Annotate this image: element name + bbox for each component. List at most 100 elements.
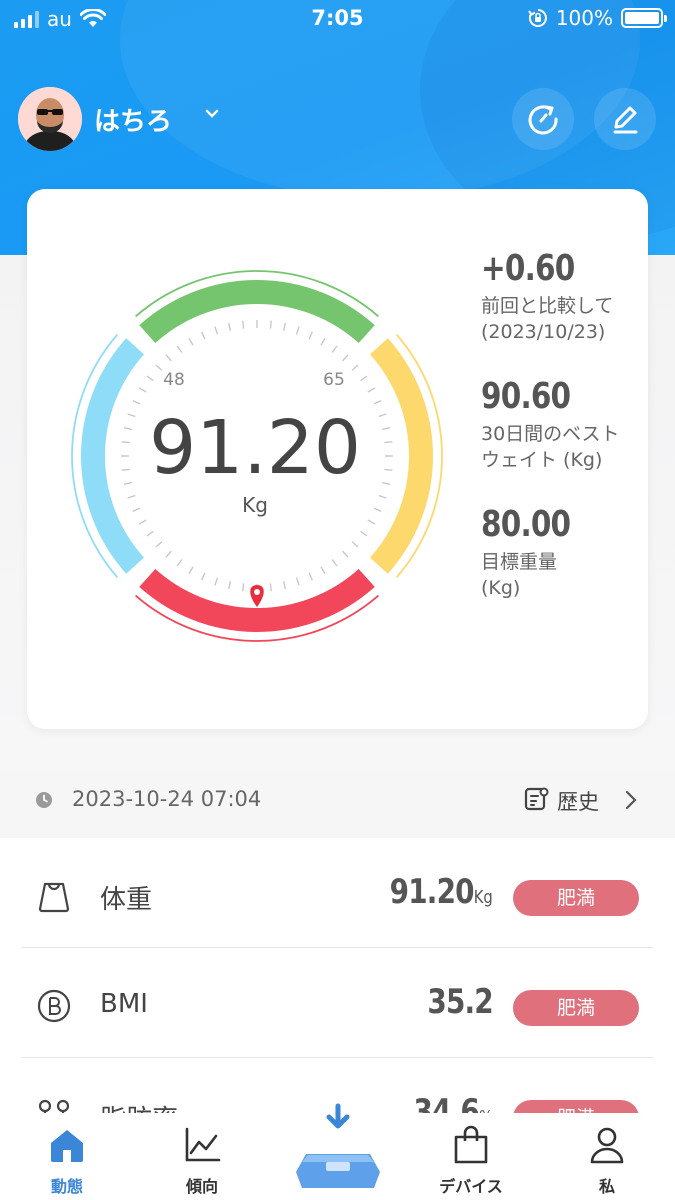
gauge-tick [155, 364, 163, 371]
avatar-image [18, 87, 82, 151]
chevron-down-icon[interactable] [204, 108, 220, 120]
gauge-tick [331, 559, 338, 567]
gauge-tick [242, 320, 245, 329]
gauge-tick [320, 337, 326, 346]
status-bar: au 7:05 100% [0, 0, 675, 38]
metric-row-bmi[interactable]: BMI 35.2 肥満 [22, 948, 653, 1058]
gauge-tick [331, 345, 338, 353]
gauge-tick [228, 322, 232, 331]
gauge-tick [165, 354, 172, 362]
weight-icon [38, 882, 70, 913]
gauge-tick [214, 326, 219, 335]
gauge-tick [282, 322, 286, 331]
gauge-tick [373, 400, 382, 405]
gauge-tick [201, 572, 206, 581]
gauge-tick [295, 326, 300, 335]
gauge-tick [378, 494, 387, 499]
gauge-tick [132, 507, 141, 512]
gauge-tick [360, 375, 368, 382]
metric-name: 体重 [100, 885, 153, 915]
stat-change: +0.60 前回と比較して (2023/10/23) [481, 247, 646, 345]
gauge-tick [201, 331, 206, 340]
metric-value: 34.6% [413, 1092, 493, 1113]
gauge-tick [367, 519, 376, 525]
gauge-tick [176, 559, 183, 567]
sync-icon [528, 105, 558, 135]
gauge-pointer-icon [250, 585, 264, 607]
avatar[interactable] [18, 87, 82, 151]
weight-gauge: 48 65 91.20 Kg [71, 270, 443, 642]
sync-button[interactable] [512, 88, 574, 150]
gauge-tick [367, 387, 376, 393]
stats-panel: +0.60 前回と比較して (2023/10/23) 90.60 30日間のベスト… [481, 247, 646, 631]
gauge-tick [384, 468, 393, 471]
person-icon [590, 1127, 624, 1164]
stat-target-weight: 80.00 目標重量 (Kg) [481, 503, 646, 601]
stat-label: 30日間のベスト ウェイト (Kg) [481, 423, 620, 471]
battery-percent: 100% [555, 6, 613, 30]
gauge-tick [320, 566, 326, 575]
gauge-tick [123, 481, 132, 485]
metric-value: 35.2 [427, 982, 493, 1022]
gauge-tick [382, 481, 391, 485]
gauge-tick [242, 583, 245, 592]
gauge-tick [384, 441, 393, 444]
gauge-tick [382, 427, 391, 431]
history-link[interactable]: 歴史 [557, 786, 599, 816]
gauge-tick [146, 530, 154, 537]
measurement-row: 2023-10-24 07:04 歴史 [0, 775, 675, 825]
gauge-tick [138, 519, 147, 525]
gauge-tick [269, 583, 272, 592]
gauge-tick [132, 400, 141, 405]
metric-name: BMI [100, 989, 148, 1019]
home-icon [51, 1130, 83, 1162]
tab-label: デバイス [439, 1177, 503, 1196]
battery-icon [621, 8, 667, 28]
tab-label: 私 [598, 1177, 615, 1196]
gauge-tick [308, 572, 313, 581]
bmi-icon [37, 989, 71, 1023]
tab-trend[interactable]: 傾向 [147, 1125, 257, 1197]
gauge-tick [282, 581, 286, 590]
gauge-tick [127, 413, 136, 418]
stat-label: 前回と比較して (2023/10/23) [481, 295, 614, 343]
rotation-lock-icon [527, 9, 547, 27]
gauge-tick [342, 354, 349, 362]
edit-button[interactable] [594, 88, 656, 150]
metric-row-weight[interactable]: 体重 91.20Kg 肥満 [22, 838, 653, 948]
trend-chart-icon [185, 1127, 221, 1162]
gauge-tick [360, 530, 368, 537]
gauge-tick [378, 413, 387, 418]
gauge-tick [176, 345, 183, 353]
tab-devices[interactable]: デバイス [416, 1125, 526, 1197]
measurement-datetime: 2023-10-24 07:04 [72, 787, 262, 811]
gauge-tick [146, 375, 154, 382]
scale-measure-button[interactable] [288, 1102, 388, 1194]
gauge-tick [121, 468, 130, 471]
gauge-tick [342, 550, 349, 558]
gauge-tick [295, 577, 300, 586]
stat-value: +0.60 [481, 248, 575, 289]
username[interactable]: はちろ [94, 101, 172, 138]
history-icon[interactable] [523, 786, 549, 812]
metric-name: 脂肪率 [100, 1099, 178, 1113]
tab-dynamics[interactable]: 動態 [12, 1125, 122, 1197]
edit-icon [613, 106, 638, 134]
gauge-tick [269, 320, 272, 329]
stat-label: 目標重量 (Kg) [481, 551, 558, 599]
gauge-range-high: 65 [323, 370, 345, 390]
shopping-bag-icon [454, 1125, 488, 1164]
gauge-tick [188, 566, 194, 575]
tab-me[interactable]: 私 [552, 1125, 662, 1197]
gauge-tick [308, 331, 313, 340]
clock-icon [36, 792, 52, 808]
gauge-tick [155, 541, 163, 548]
status-badge: 肥満 [513, 990, 639, 1026]
chevron-right-icon[interactable] [624, 789, 638, 811]
gauge-tick [351, 364, 359, 371]
gauge-tick [121, 441, 130, 444]
gauge-tick [351, 541, 359, 548]
gauge-tick [228, 581, 232, 590]
weight-summary-card: 48 65 91.20 Kg +0.60 前回と比較して (2023/10/23)… [27, 189, 648, 729]
tab-label: 傾向 [185, 1177, 218, 1196]
